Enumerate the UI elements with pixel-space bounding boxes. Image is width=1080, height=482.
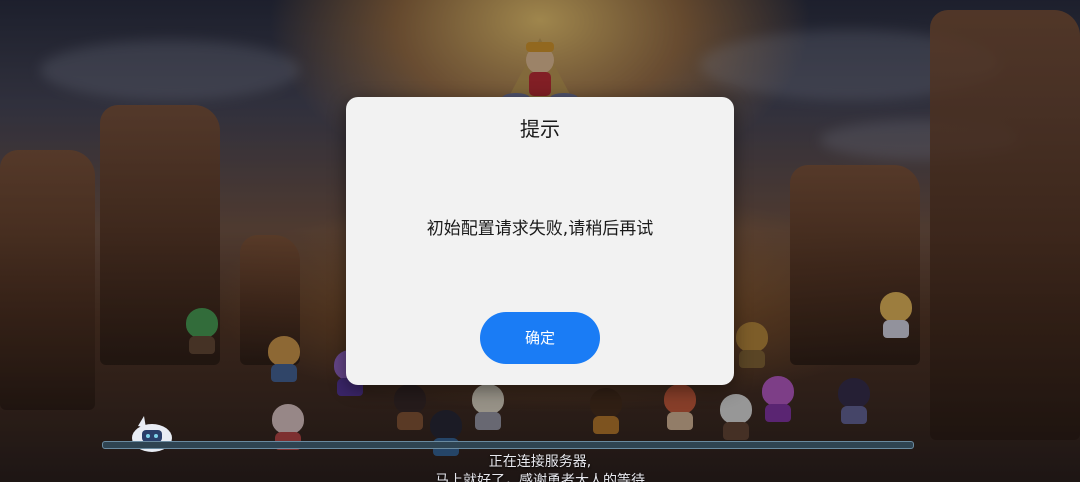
loading-progress-bar: [102, 441, 914, 449]
dialog-title: 提示: [520, 117, 560, 141]
loading-status-line2: 马上就好了，感谢勇者大人的等待: [435, 473, 645, 482]
dialog-message: 初始配置请求失败,请稍后再试: [426, 219, 654, 239]
confirm-button[interactable]: 确定: [480, 312, 600, 364]
loading-status-line1: 正在连接服务器,: [488, 454, 592, 470]
alert-dialog: 提示 初始配置请求失败,请稍后再试 确定: [346, 97, 734, 385]
